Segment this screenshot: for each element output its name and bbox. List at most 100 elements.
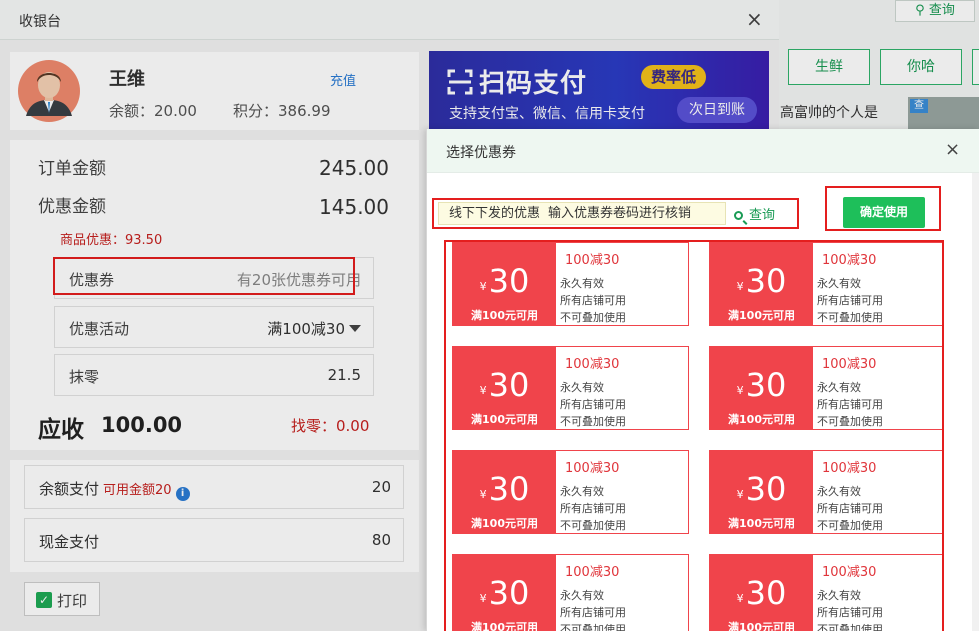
receivable-value: 100.00 [101,413,183,437]
close-icon[interactable]: × [945,141,960,159]
coupon-card[interactable]: ¥30 满100元可用 100减30 永久有效 所有店铺可用 不可叠加使用 [709,242,942,326]
coupon-card[interactable]: ¥30 满100元可用 100减30 永久有效 所有店铺可用 不可叠加使用 [709,450,942,534]
check-icon: ✓ [36,592,52,608]
scrollbar[interactable] [972,173,979,631]
coupon-condition: 满100元可用 [728,517,795,530]
goods-discount: 商品优惠：93.50 [60,233,163,248]
promotion-value-text: 满100减30 [267,320,345,338]
coupon-card[interactable]: ¥30 满100元可用 100减30 永久有效所有店铺可用 不可叠加使用 [452,450,689,534]
print-checkbox[interactable]: ✓ 打印 [24,582,100,616]
promotion-field[interactable]: 优惠活动 满100减30 [54,306,374,348]
chevron-down-icon [349,325,361,332]
balance-payment-row[interactable]: 余额支付 可用金额20 i 20 [24,465,404,509]
coupon-scope: 所有店铺可用 [817,606,883,619]
coupon-stack-rule: 不可叠加使用 [817,311,883,324]
coupon-value-block: ¥30 满100元可用 [453,243,556,325]
coupon-amount-number: 30 [488,366,530,404]
coupon-code-input[interactable]: 线下下发的优惠 输入优惠券卷码进行核销 [438,202,726,225]
coupon-list: ¥30 满100元可用 100减30 永久有效 所有店铺可用 不可叠加使用 ¥30 满100元… [444,240,944,631]
coupon-card[interactable]: ¥30 满100元可用 100减30 永久有效 所有店铺可用 不可叠加使用 [709,346,942,430]
coupon-amount-number: 30 [745,470,787,508]
coupon-currency: ¥ [479,280,487,293]
coupon-amount: ¥30 [453,473,556,511]
banner-badge: 次日到账 [677,97,757,123]
query-label: 查询 [749,208,776,223]
coupon-validity: 永久有效 [560,381,604,394]
coupon-currency: ¥ [736,384,744,397]
banner-subtitle: 支持支付宝、微信、信用卡支付 [449,106,645,122]
confirm-use-button[interactable]: 确定使用 [843,197,925,228]
coupon-card[interactable]: ¥30 满100元可用 100减30 永久有效 所有店铺可用 不可叠加使用 [452,554,689,631]
coupon-amount-number: 30 [488,470,530,508]
coupon-validity: 永久有效 [817,277,861,290]
coupon-title: 100减30 [822,565,877,580]
coupon-condition: 满100元可用 [471,517,538,530]
coupon-amount: ¥30 [710,265,813,303]
coupon-dialog-title: 选择优惠券 [446,145,516,161]
coupon-condition: 满100元可用 [471,309,538,322]
coupon-stack-rule: 不可叠加使用 [817,623,883,631]
background-button-partial[interactable] [972,49,979,85]
balance-payment-value: 20 [371,478,391,496]
search-icon: ⚲ [915,3,925,18]
amount-panel: 订单金额 245.00 优惠金额 145.00 商品优惠：93.50 优惠券 有… [10,140,419,450]
coupon-card[interactable]: ¥30 满100元可用 100减30 永久有效 所有店铺可用 不可叠加使用 [452,242,689,326]
member-balance: 余额：20.00 [109,102,197,120]
recharge-link[interactable]: 充值 [330,70,356,89]
coupon-validity: 永久有效 [817,485,861,498]
coupon-condition: 满100元可用 [471,621,538,631]
coupon-dialog-header: 选择优惠券 × [427,129,979,173]
payment-panel: 余额支付 可用金额20 i 20 现金支付 80 [10,460,419,572]
coupon-scope: 所有店铺可用 [560,502,626,515]
coupon-stack-rule: 不可叠加使用 [817,415,883,428]
coupon-validity: 永久有效 [817,589,861,602]
coupon-value-block: ¥30 满100元可用 [453,555,556,631]
rounding-field-value: 21.5 [327,366,361,384]
rounding-field[interactable]: 抹零 21.5 [54,354,374,396]
background-query-button[interactable]: ⚲ 查询 [895,0,975,22]
coupon-validity: 永久有效 [560,485,604,498]
rounding-field-label: 抹零 [69,368,100,386]
close-icon[interactable]: × [746,9,763,29]
coupon-stack-rule: 不可叠加使用 [560,623,626,631]
coupon-currency: ¥ [479,384,487,397]
coupon-amount: ¥30 [453,577,556,615]
cashier-title: 收银台 [19,14,61,30]
background-button-fresh[interactable]: 生鲜 [788,49,870,85]
coupon-scope: 所有店铺可用 [817,398,883,411]
order-amount-label: 订单金额 [38,159,106,179]
background-button-nihao[interactable]: 你哈 [880,49,962,85]
background-item-text: 高富帅的个人是 [780,105,878,121]
coupon-value-block: ¥30 满100元可用 [710,555,813,631]
avatar [18,60,80,122]
coupon-amount-number: 30 [488,262,530,300]
coupon-validity: 永久有效 [560,589,604,602]
coupon-condition: 满100元可用 [728,413,795,426]
promotion-field-value: 满100减30 [267,318,361,339]
print-label: 打印 [57,592,88,610]
code-input-prefix: 线下下发的优惠 [449,206,541,221]
coupon-card[interactable]: ¥30 满100元可用 100减30 永久有效 所有店铺可用 不可叠加使用 [452,346,689,430]
coupon-scope: 所有店铺可用 [560,606,626,619]
coupon-stack-rule: 不可叠加使用 [560,415,626,428]
coupon-stack-rule: 不可叠加使用 [817,519,883,532]
scan-pay-banner[interactable]: 扫码支付 费率低 支持支付宝、微信、信用卡支付 次日到账 [429,51,769,131]
coupon-title: 100减30 [565,461,620,476]
banner-tag: 费率低 [641,65,707,89]
coupon-dialog: 选择优惠券 × 线下下发的优惠 输入优惠券卷码进行核销 查询 确定使用 ¥30 满1… [426,129,979,631]
query-button[interactable]: 查询 [734,204,775,223]
coupon-currency: ¥ [736,488,744,501]
scan-icon [447,69,473,95]
confirm-highlight: 确定使用 [825,186,941,231]
balance-payment-label: 余额支付 可用金额20 i [39,478,190,501]
info-icon[interactable]: i [175,487,190,501]
member-points: 积分：386.99 [233,102,331,120]
coupon-value-block: ¥30 满100元可用 [453,347,556,429]
coupon-stack-rule: 不可叠加使用 [560,519,626,532]
coupon-validity: 永久有效 [560,277,604,290]
coupon-currency: ¥ [736,592,744,605]
cash-payment-row[interactable]: 现金支付 80 [24,518,404,562]
change-amount: 找零：0.00 [291,417,370,435]
coupon-card[interactable]: ¥30 满100元可用 100减30 永久有效所有店铺可用不可叠加使用 [709,554,942,631]
coupon-title: 100减30 [565,357,620,372]
